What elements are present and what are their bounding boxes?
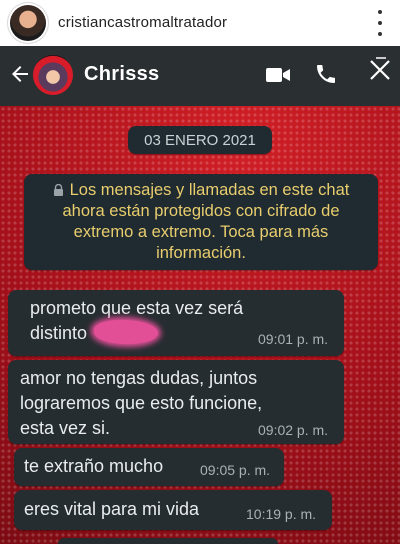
message-timestamp: 09:05 p. m. [200,462,271,478]
message-bubble[interactable]: amor no tengas dudas, juntos lograremos … [8,360,344,444]
back-arrow-icon[interactable] [8,62,32,86]
video-call-icon[interactable] [265,64,291,86]
instagram-post-header: cristiancastromaltratador [0,0,400,46]
lock-icon [53,184,63,196]
message-timestamp: 09:01 p. m. [258,331,329,347]
contact-name[interactable]: Chrisss [84,63,159,86]
chat-screenshot: Chrisss 03 ENERO 2021 Los mensajes y lla… [0,46,400,544]
phone-call-icon[interactable] [314,62,338,86]
next-bubble-edge [58,538,278,544]
message-text: esta vez si. [20,418,111,438]
encryption-notice[interactable]: Los mensajes y llamadas en este chat aho… [24,174,378,270]
message-text: distinto [30,323,88,343]
message-bubble[interactable]: te extraño mucho 09:05 p. m. [14,448,284,486]
encryption-notice-text: Los mensajes y llamadas en este chat aho… [62,181,350,262]
message-text: eres vital para mi vida [24,499,200,519]
more-options-icon[interactable] [376,10,384,36]
redaction-scribble [94,320,158,344]
message-timestamp: 10:19 p. m. [246,506,317,522]
message-bubble[interactable]: prometo que esta vez será distinto 09:01… [8,290,344,356]
chat-header: Chrisss [0,46,400,106]
message-text: te extraño mucho [24,456,164,476]
close-icon[interactable] [366,56,394,84]
username[interactable]: cristiancastromaltratador [58,14,227,31]
date-divider: 03 ENERO 2021 [128,126,272,154]
message-bubble[interactable]: eres vital para mi vida 10:19 p. m. [14,490,332,530]
message-timestamp: 09:02 p. m. [258,422,329,438]
message-text: prometo que esta vez será [30,298,244,318]
profile-avatar[interactable] [10,5,46,41]
message-text: lograremos que esto funcione, [20,393,263,413]
message-text: amor no tengas dudas, juntos [20,368,258,388]
contact-avatar[interactable] [33,55,73,95]
